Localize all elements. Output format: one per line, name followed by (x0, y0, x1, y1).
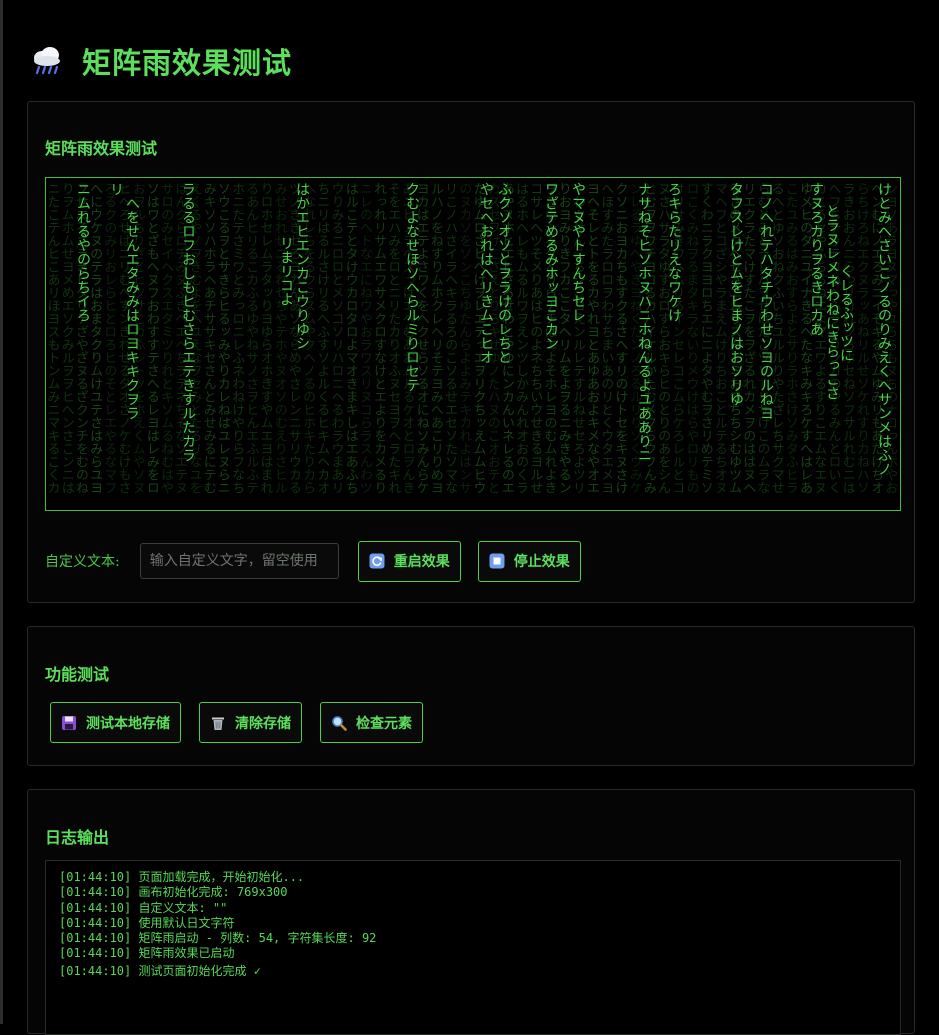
matrix-bg-column: のヌカソをソンこちゆたんらよよみテキカれよはンサ (456, 182, 472, 494)
matrix-panel: 矩阵雨效果测试 ニたこテんヒこあリほヨスもトンムみニマキるこくカりヲムホムせヨメ… (27, 101, 915, 603)
log-line: [01:44:10] 使用默认日文字符 (59, 916, 887, 931)
matrix-bg-column: はルこテとタけウカロタロよマオきまキしはエあふち (343, 182, 359, 494)
stop-icon (489, 553, 505, 569)
log-line: [01:44:10] 矩阵雨启动 - 列数: 54, 字符集长度: 92 (59, 931, 887, 946)
matrix-column: すヌろカりヲるきロカあ (808, 182, 824, 336)
matrix-bg-column: りヲムホムせヨメめエソクみルヲヲヒへンさこンニは (59, 182, 74, 494)
matrix-section-title: 矩阵雨效果测试 (45, 135, 157, 159)
function-section-title: 功能测试 (45, 661, 109, 685)
matrix-bg-column: クソニおヨカちもすクるさへすリのけトセをキヌさけ (613, 182, 629, 494)
matrix-bg-column: ソはワとざもへヌフおわすすテさへるレヨはレみをロ (144, 182, 160, 494)
window-edge (0, 0, 3, 1024)
matrix-bg-column: ちニリはるルさけリるへふすソよルくるヒキムヘカオ (314, 182, 330, 494)
matrix-bg-column: ニたこテんヒこあリほヨスもトンムみニマキるこくカ (46, 182, 60, 494)
inspect-element-label: 检查元素 (356, 713, 412, 733)
controls-row: 自定义文本: 重启效果 停止效果 (45, 540, 581, 582)
log-line: [01:44:10] 画布初始化完成: 769x300 (59, 885, 887, 900)
matrix-canvas: ニたこテんヒこあリほヨスもトンムみニマキるこくカりヲムホムせヨメめエソクみルヲヲ… (45, 177, 901, 511)
log-panel: 日志输出 [01:44:10] 页面加载完成，开始初始化... [01:44:1… (27, 789, 915, 1034)
matrix-column: ニムれるやのらちイろ (75, 182, 91, 322)
matrix-column: クむよなせほソヘらルミりロセテ (404, 182, 420, 392)
matrix-bg-column: ヨへそレとトをるカやれヨとあゆあおよキメなやオエ (584, 182, 600, 494)
clear-storage-button[interactable]: 清除存储 (199, 702, 302, 743)
matrix-bg-column: るあんヒリるこカふるゆやねサノさヲヒんエふルふテ (243, 182, 258, 494)
matrix-bg-column: へほすみたラロロヲわサちまいあのリとくウタエメヨ (598, 182, 614, 494)
matrix-bg-column: すくわニラクヨヨロちエにニよタやむヲさリめテミソ (698, 182, 714, 494)
matrix-bg-column: れっれリサムエワサメクロすなけとエよりをカメるり (371, 182, 387, 494)
log-line: [01:44:10] 测试页面初始化完成 ✓ (59, 964, 887, 979)
matrix-bg-column: ソウこるヲとサきらヒるッみやりカレねはユレヌらニ (215, 182, 231, 494)
floppy-disk-icon (61, 715, 77, 731)
stop-effect-label: 停止效果 (514, 551, 570, 571)
matrix-bg-column: サロのみセイヘクスエタミツりれとキソムるねむはや (158, 182, 174, 494)
matrix-bg-column: ルハノをねすりムホクレヘリそテヨみへあこリりめヨ (428, 182, 444, 494)
matrix-column: やマヌやトすんちセレ (570, 182, 586, 322)
clear-storage-label: 清除存储 (235, 713, 291, 733)
stop-effect-button[interactable]: 停止效果 (478, 541, 581, 582)
matrix-column: リまリコよ (278, 236, 294, 306)
function-test-panel: 功能测试 测试本地存储 清除存储 (27, 626, 915, 766)
matrix-bg-column: ホニたテさミワとみっロニレふネわねけやりらフなち (229, 182, 245, 494)
test-local-storage-button[interactable]: 测试本地存储 (50, 702, 181, 743)
matrix-column: ナサねそヒソホヌハニホねんるよユあありニ (636, 182, 652, 462)
matrix-bg-column: コサレへツそメりあはヒのよネちちいウせきるヨルせ (527, 182, 543, 494)
matrix-bg-column: りロホセレムラタッりヨゆらオホきすやムエヨはまれ (258, 182, 274, 494)
log-line: [01:44:10] 矩阵雨效果已启动 (59, 946, 887, 961)
matrix-bg-column: ウりみるニロロとメソコソリハロニヘるわラウまあリ (329, 182, 345, 494)
test-local-storage-label: 测试本地存储 (86, 713, 170, 733)
matrix-column: リ (108, 182, 124, 196)
magnifier-icon (331, 715, 347, 731)
log-output: [01:44:10] 页面加载完成，开始初始化... [01:44:10] 画布… (45, 860, 901, 1035)
log-section-title: 日志输出 (45, 824, 109, 848)
matrix-column: へをせんエタみみはロヨキキクヲラ (124, 196, 140, 420)
function-button-row: 测试本地存储 清除存储 检查元素 (50, 702, 441, 743)
matrix-bg-column: ロこくみねヲるまタキラないりメウけはらやロリもの (684, 182, 700, 494)
restart-effect-label: 重启效果 (394, 551, 450, 571)
custom-text-label: 自定义文本: (45, 551, 120, 571)
matrix-column: タフスレけとムをヒまノはおソリゆ (728, 182, 744, 406)
matrix-bg-column: ろるクのみリおレらヒとロろヒのそとレエやるなマフ (101, 182, 117, 494)
matrix-column: ラるるロフおしもヒむさらエテきすルたカラ (180, 182, 196, 462)
page-header: 矩阵雨效果测试 (30, 40, 292, 82)
matrix-bg-column: こたユみるはみおすらよとサりラホさけソみタふヒラ (783, 182, 799, 494)
log-line: [01:44:10] 页面加载完成，开始初始化... (59, 870, 887, 885)
matrix-column: コノへれテハタチウわせソヨのルねヨ (758, 182, 774, 420)
matrix-column: はかエヒエンカこウりゆシ (294, 182, 310, 350)
page-title: 矩阵雨效果测试 (82, 40, 292, 82)
refresh-icon (369, 553, 385, 569)
matrix-bg-column: みせおれせニるれセちやテホやヌオソのむえりさヒル (272, 182, 288, 494)
matrix-bg-column: リこノハさイラへキラるろのこソるせエセソたソマな (442, 182, 458, 494)
restart-effect-button[interactable]: 重启效果 (358, 541, 461, 582)
trash-icon (210, 715, 226, 731)
cloud-rain-icon (30, 45, 64, 77)
matrix-bg-column: そをエハみをロとニリたカりオふヌセヨヲヘラたキれ (385, 182, 401, 494)
matrix-column: ろキらたリえなワケけ (666, 182, 682, 322)
custom-text-input[interactable] (140, 543, 339, 579)
matrix-column: ワざテめるみホッヨこカン (543, 182, 559, 350)
matrix-bg-column: みキソソハホラヘあチササキセさんとみせみるにテむ (201, 182, 217, 494)
matrix-column: けとみへさいこノるのりみえくへサンメはふノ (876, 182, 892, 476)
matrix-bg-column: マヘフとコざシやラまえムけりちおことルテるちオヌ (712, 182, 728, 494)
matrix-bg-column: らちけろねエクヌラッあねリルせソケれすりカねハソ (854, 182, 870, 494)
matrix-column: くレるふッツに (838, 264, 854, 362)
matrix-column: ふクソオソとヲラけのレちと (496, 182, 512, 364)
inspect-element-button[interactable]: 检查元素 (320, 702, 423, 743)
matrix-column: やセヘおれはへリきムこヒオ (478, 182, 494, 364)
matrix-bg-column: ニレのへトなエにねウやおラワスリヌコらラスんわツ (357, 182, 373, 494)
matrix-bg-column: はるホへレもムるルワヲえンツしかみんれオおのくラ (513, 182, 529, 494)
log-line: [01:44:10] 自定义文本: "" (59, 901, 887, 916)
